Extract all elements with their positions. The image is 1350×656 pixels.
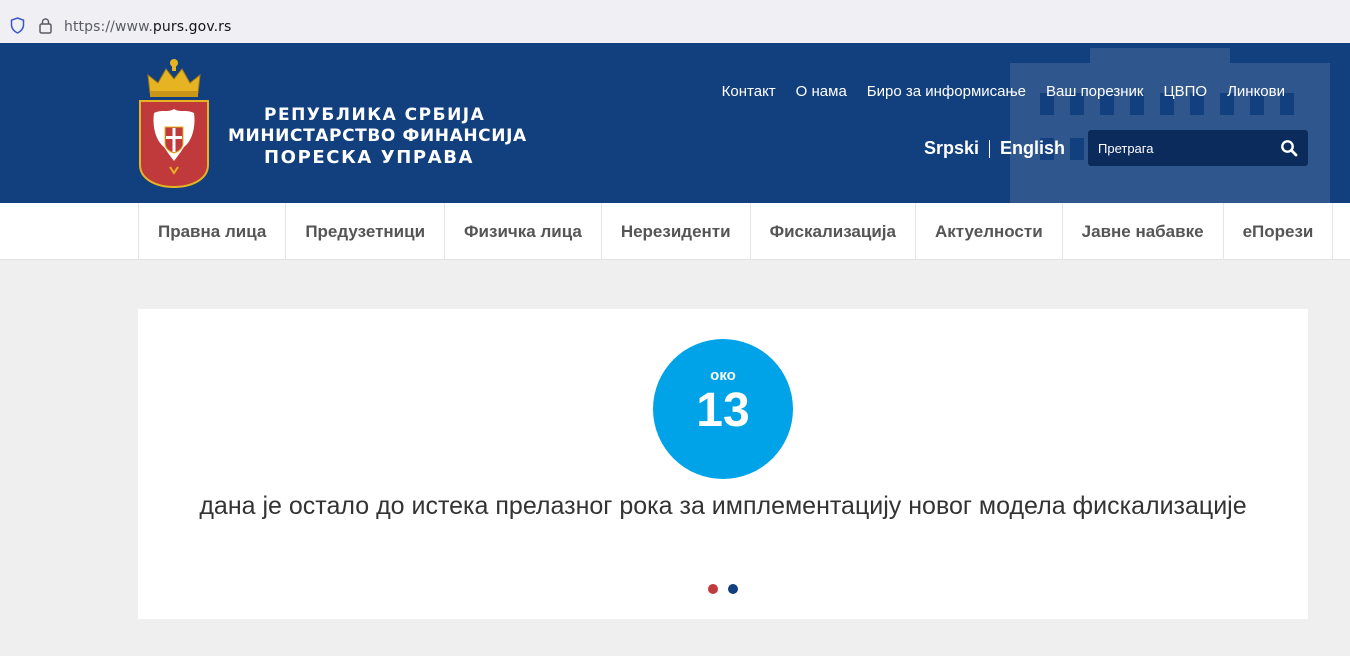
logo-ministry: Министарство Финансија [228, 126, 527, 146]
lang-english[interactable]: English [1000, 138, 1065, 159]
menu-item-nonresidents[interactable]: Нерезиденти [602, 203, 751, 260]
menu-item-eporezi[interactable]: еПорези [1224, 203, 1334, 260]
countdown-slider: око 13 дана је остало до истека прелазно… [138, 309, 1308, 619]
browser-toolbar: https://www.purs.gov.rs [0, 0, 1350, 43]
countdown-number: 13 [696, 384, 750, 437]
slider-pagination [708, 584, 738, 594]
top-link-about[interactable]: О нама [796, 83, 847, 100]
menu-item-fiscalization[interactable]: Фискализација [751, 203, 916, 260]
logo-republic: Република Србија [264, 105, 486, 125]
lang-serbian[interactable]: Srpski [924, 138, 979, 159]
url-text[interactable]: https://www.purs.gov.rs [64, 19, 231, 35]
slider-dot-2[interactable] [728, 584, 738, 594]
top-link-links[interactable]: Линкови [1227, 83, 1285, 100]
coat-of-arms-icon [139, 59, 209, 189]
address-bar[interactable]: https://www.purs.gov.rs [0, 5, 1350, 39]
search-icon[interactable] [1280, 139, 1298, 157]
top-link-contact[interactable]: Контакт [722, 83, 776, 100]
countdown-circle: око 13 [653, 339, 793, 479]
tracking-protection-icon[interactable] [10, 17, 25, 34]
menu-item-news[interactable]: Актуелности [916, 203, 1063, 260]
menu-item-entrepreneurs[interactable]: Предузетници [286, 203, 446, 260]
top-link-your-taxman[interactable]: Ваш порезник [1046, 83, 1143, 100]
url-scheme: https://www. [64, 19, 153, 35]
top-link-cvpo[interactable]: ЦВПО [1164, 83, 1208, 100]
site-header: Република Србија Министарство Финансија … [0, 43, 1350, 203]
search-box [1088, 130, 1308, 166]
main-menu: Правна лица Предузетници Физичка лица Не… [0, 203, 1350, 260]
url-host: purs.gov.rs [152, 19, 232, 35]
lock-icon[interactable] [38, 17, 53, 34]
top-navigation: Контакт О нама Биро за информисање Ваш п… [702, 83, 1285, 100]
top-link-info-bureau[interactable]: Биро за информисање [867, 83, 1026, 100]
search-input[interactable] [1088, 130, 1278, 166]
logo-tax-administration: ПОРЕСКА УПРАВА [264, 147, 475, 168]
menu-item-individuals[interactable]: Физичка лица [445, 203, 602, 260]
language-switcher: Srpski English [924, 138, 1065, 159]
building-background-image [1010, 48, 1330, 203]
site-logo[interactable]: Република Србија Министарство Финансија … [138, 57, 538, 192]
countdown-prefix: око [710, 367, 736, 384]
slider-dot-1[interactable] [708, 584, 718, 594]
menu-item-public-procurement[interactable]: Јавне набавке [1063, 203, 1224, 260]
lang-divider [989, 139, 991, 158]
countdown-text: дана је остало до истека прелазног рока … [199, 492, 1247, 520]
menu-item-legal-entities[interactable]: Правна лица [139, 203, 287, 260]
